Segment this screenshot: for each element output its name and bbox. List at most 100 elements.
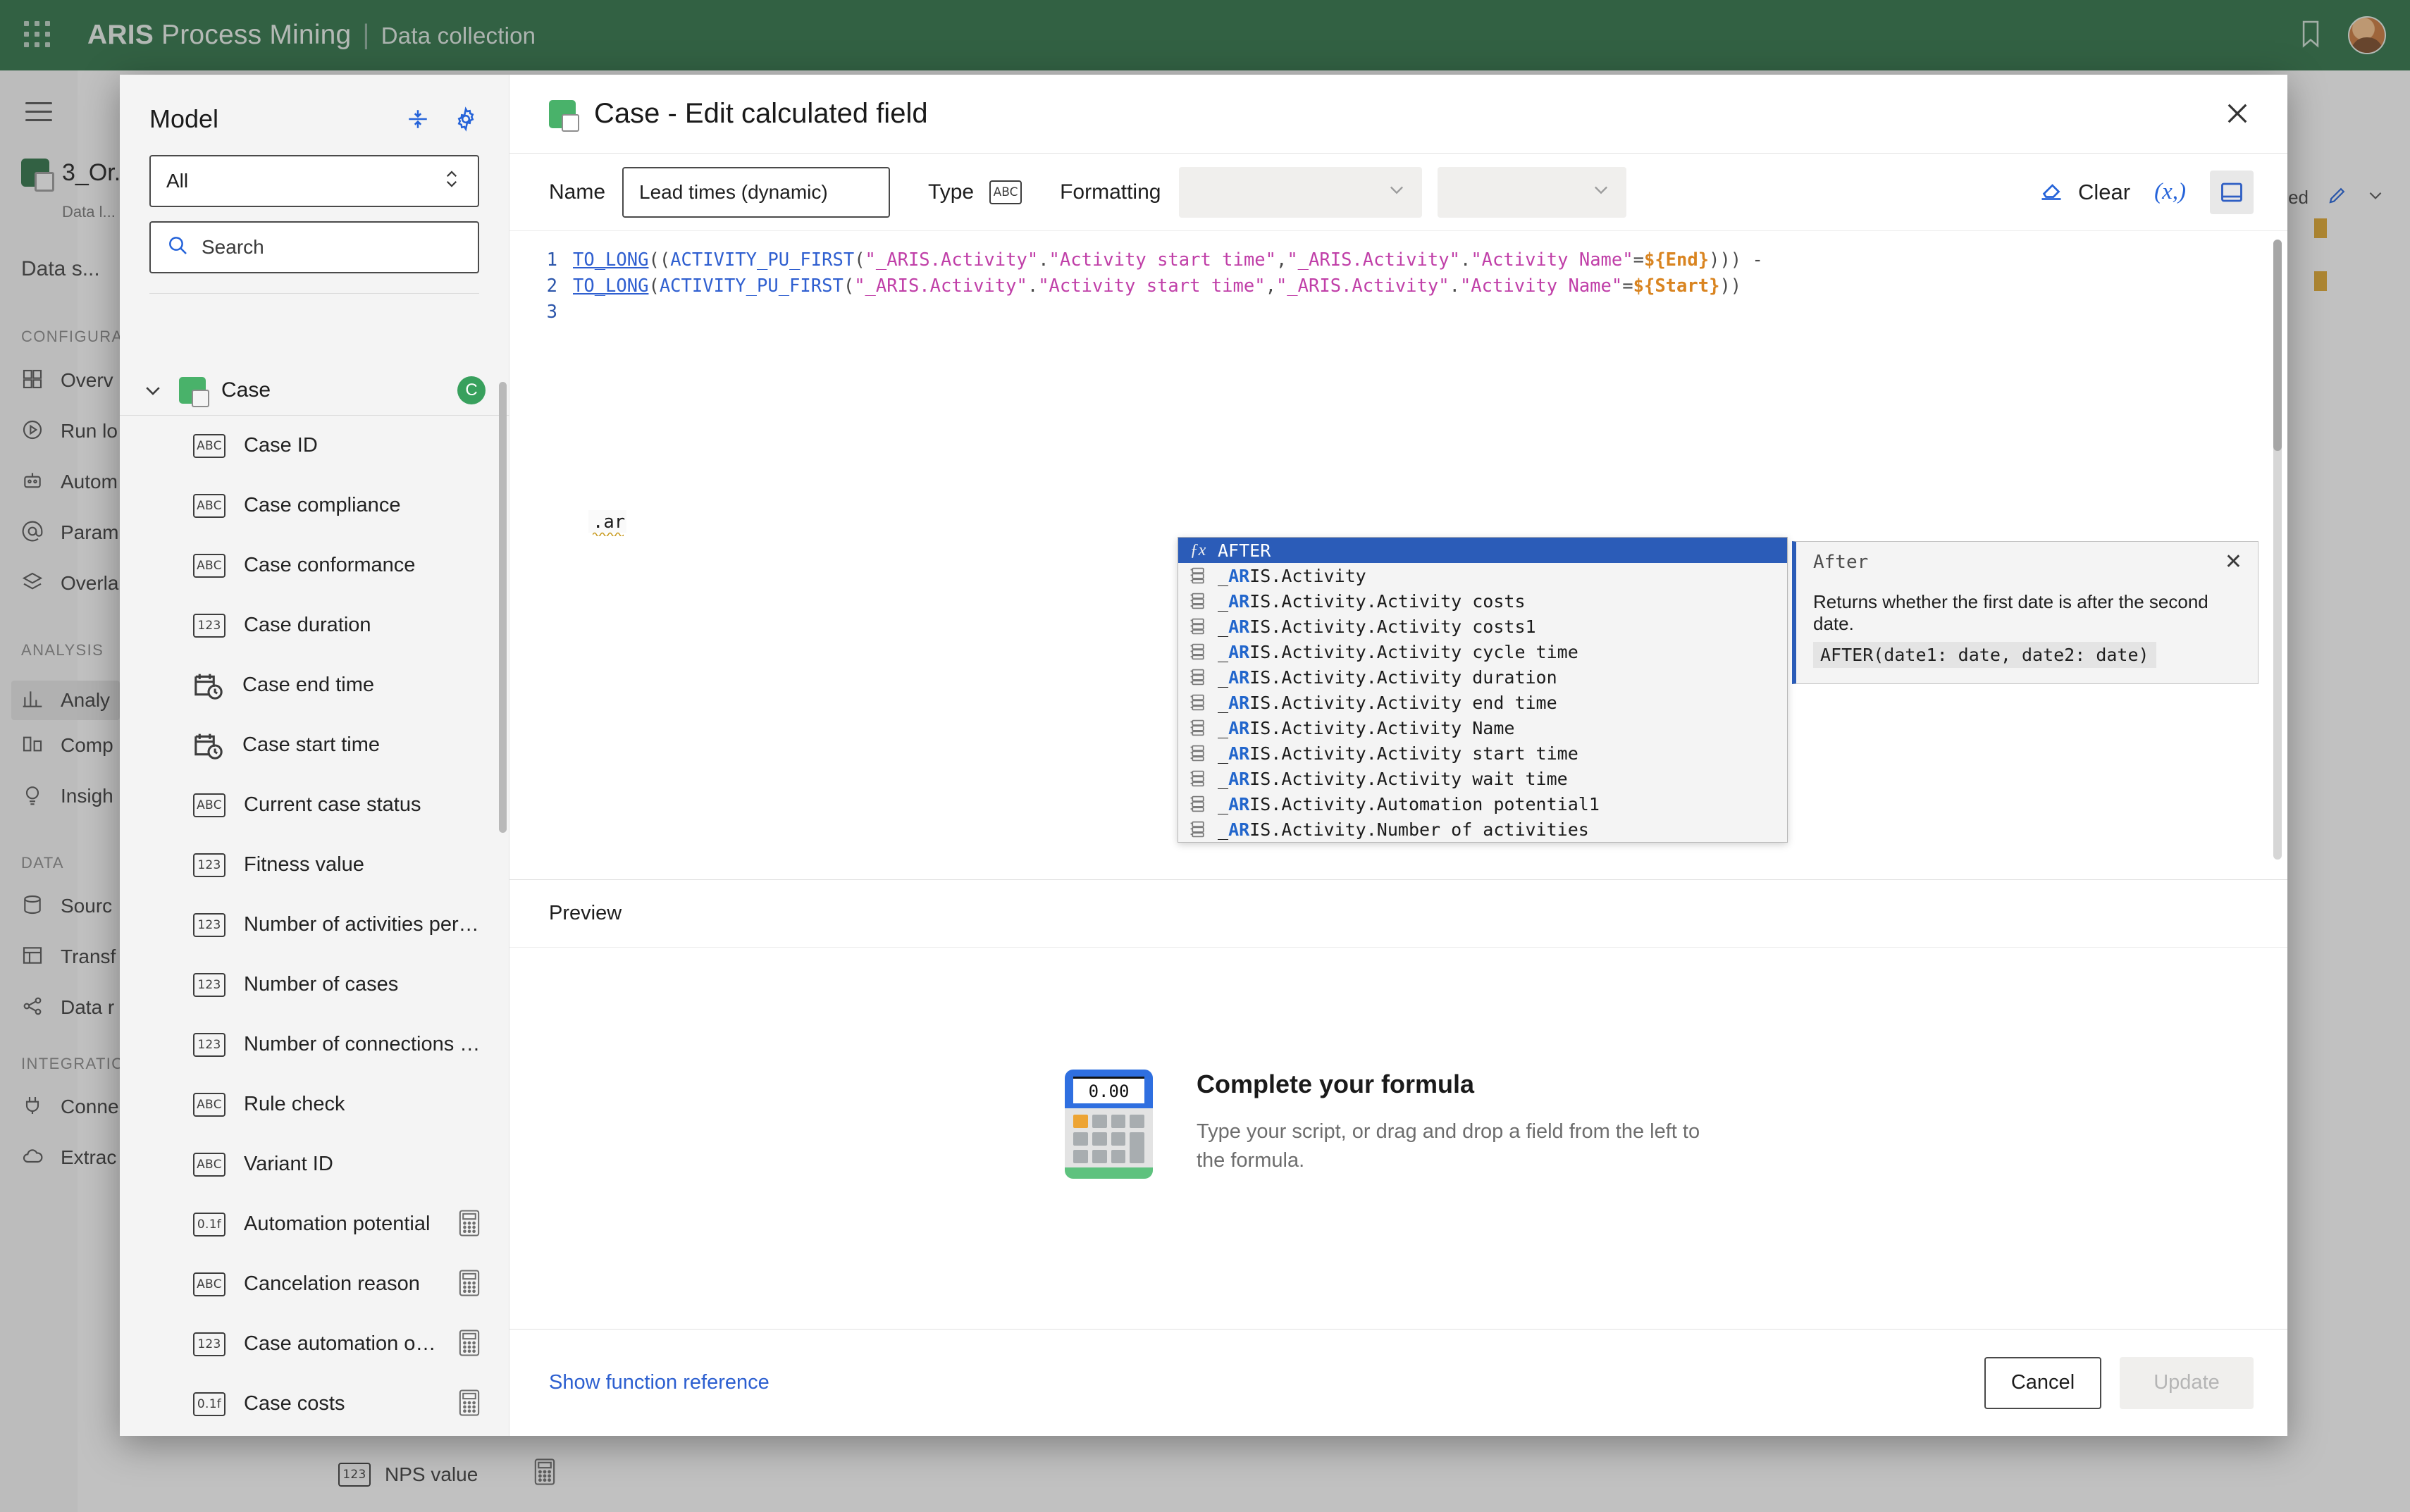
abc-field-icon: ABC: [193, 793, 225, 817]
tree-item[interactable]: 123 Case duration: [120, 595, 509, 655]
show-function-reference-link[interactable]: Show function reference: [549, 1371, 770, 1394]
line-number: 2: [509, 275, 573, 297]
close-icon[interactable]: [2223, 99, 2254, 130]
empty-state-heading: Complete your formula: [1197, 1070, 1732, 1099]
tree-item[interactable]: ABCCase ID: [120, 416, 509, 476]
tree-item[interactable]: Case end time: [120, 655, 509, 715]
tree-item-label: Case start time: [242, 733, 380, 757]
gear-icon[interactable]: [451, 104, 481, 134]
tree-item-label: Case duration: [244, 614, 371, 637]
123-field-icon: 123: [193, 913, 225, 937]
code-line: 2TO_LONG(ACTIVITY_PU_FIRST("_ARIS.Activi…: [509, 275, 2287, 302]
line-number: 1: [509, 249, 573, 271]
autocomplete-item[interactable]: _ARIS.Activity.Automation potential1: [1178, 791, 1787, 817]
tree-item-label: Case end time: [242, 674, 374, 697]
tree-item[interactable]: 123Number of cases: [120, 955, 509, 1015]
tree-item[interactable]: ABC Variant ID: [120, 1134, 509, 1194]
autocomplete-item[interactable]: _ARIS.Activity.Activity wait time: [1178, 766, 1787, 791]
dialog-title: Case - Edit calculated field: [594, 98, 928, 130]
autocomplete-item[interactable]: _ARIS.Activity.Activity cycle time: [1178, 639, 1787, 664]
autocomplete-item[interactable]: _ARIS.Activity.Activity end time: [1178, 690, 1787, 715]
preview-bar: Preview: [509, 879, 2287, 947]
tree-item-label: Variant ID: [244, 1153, 333, 1176]
123-field-icon: 123: [193, 853, 225, 877]
autocomplete-item[interactable]: _ARIS.Activity.Activity costs: [1178, 588, 1787, 614]
tree-item[interactable]: ABCCancelation reason: [120, 1254, 509, 1314]
collapse-vertical-icon[interactable]: [403, 104, 433, 134]
clear-button[interactable]: Clear: [2039, 177, 2130, 208]
calculator-icon: [459, 1389, 483, 1419]
tree-item[interactable]: 0.1fAutomation potential: [120, 1194, 509, 1254]
123-field-icon: 123: [193, 1332, 225, 1356]
dialog-toolbar: Name Type ABC Formatting: [509, 154, 2287, 231]
eraser-icon: [2039, 177, 2064, 208]
abc-field-icon: ABC: [193, 1153, 225, 1177]
tree-item[interactable]: 123Number of activities per case: [120, 895, 509, 955]
formula-editor[interactable]: 1TO_LONG((ACTIVITY_PU_FIRST("_ARIS.Activ…: [509, 231, 2287, 879]
autocomplete-item-label: _ARIS.Activity.Activity Name: [1218, 718, 1514, 738]
123-field-icon: 123: [193, 1033, 225, 1057]
chevron-down-icon: [1387, 180, 1407, 204]
model-panel: Model All: [120, 75, 509, 1436]
chevron-down-icon[interactable]: [142, 380, 163, 401]
clear-label: Clear: [2078, 180, 2130, 205]
autocomplete-item[interactable]: _ARIS.Activity: [1178, 563, 1787, 588]
table-green-icon: [179, 377, 206, 404]
abc-field-icon: ABC: [193, 1272, 225, 1296]
tree-item-label: Case conformance: [244, 554, 415, 577]
abc-field-icon: ABC: [989, 180, 1022, 204]
autocomplete-item[interactable]: ƒxAFTER: [1178, 538, 1787, 563]
doc-popup-title: After: [1813, 552, 1868, 573]
search-input[interactable]: Search: [149, 221, 479, 273]
code-lines: 1TO_LONG((ACTIVITY_PU_FIRST("_ARIS.Activ…: [509, 231, 2287, 328]
tree-scrollbar[interactable]: [499, 382, 507, 833]
tree-item[interactable]: 123 Fitness value: [120, 835, 509, 895]
line-code: TO_LONG((ACTIVITY_PU_FIRST("_ARIS.Activi…: [573, 249, 1763, 271]
tree-item[interactable]: 123Number of connections per c...: [120, 1015, 509, 1074]
autocomplete-item[interactable]: _ARIS.Activity.Activity duration: [1178, 664, 1787, 690]
tree-item[interactable]: 123Case automation opport...: [120, 1314, 509, 1374]
123-field-icon: 123: [193, 614, 225, 638]
calendar-clock-icon: [193, 671, 224, 700]
tree-item[interactable]: ABCCurrent case status: [120, 775, 509, 835]
tree-item-label: Fitness value: [244, 853, 364, 876]
autocomplete-item-label: _ARIS.Activity: [1218, 566, 1366, 586]
autocomplete-popup[interactable]: ƒxAFTER_ARIS.Activity_ARIS.Activity.Acti…: [1178, 537, 1788, 843]
table-field-icon: [1188, 744, 1208, 762]
tree-item-label: Number of cases: [244, 973, 398, 996]
cancel-button[interactable]: Cancel: [1984, 1357, 2101, 1409]
autocomplete-item[interactable]: _ARIS.Activity.Activity start time: [1178, 740, 1787, 766]
abc-field-icon: ABC: [193, 434, 225, 458]
decimal-field-icon: 0.1f: [193, 1392, 225, 1416]
function-icon[interactable]: (x,): [2154, 179, 2186, 205]
tree-group-case[interactable]: Case C: [120, 365, 509, 416]
editor-scrollbar[interactable]: [2273, 240, 2282, 860]
table-field-icon: [1188, 668, 1208, 686]
tree-item[interactable]: 0.1fCase costs: [120, 1374, 509, 1434]
name-input[interactable]: [622, 167, 890, 218]
autocomplete-item[interactable]: _ARIS.Activity.Number of activities: [1178, 817, 1787, 842]
search-placeholder: Search: [202, 236, 264, 259]
autocomplete-item[interactable]: _ARIS.Activity.Activity Name: [1178, 715, 1787, 740]
formatting-select-2[interactable]: [1438, 167, 1626, 218]
close-icon[interactable]: ✕: [2225, 552, 2242, 573]
error-squiggle-icon: [593, 531, 624, 536]
table-green-icon: [549, 100, 576, 128]
table-field-icon: [1188, 769, 1208, 788]
formatting-select-1[interactable]: [1179, 167, 1422, 218]
split-panel-icon[interactable]: [2210, 171, 2254, 214]
doc-popup-signature: AFTER(date1: date, date2: date): [1813, 642, 2156, 668]
empty-state-text: Type your script, or drag and drop a fie…: [1197, 1117, 1732, 1175]
tree-item-label: Automation potential: [244, 1213, 430, 1236]
tree-item[interactable]: ABC Case conformance: [120, 535, 509, 595]
table-field-icon: [1188, 693, 1208, 712]
abc-field-icon: ABC: [193, 554, 225, 578]
calculator-icon: 0.00: [1065, 1070, 1153, 1179]
model-filter-select[interactable]: All: [149, 155, 479, 207]
tree-item[interactable]: ABCCase compliance: [120, 476, 509, 535]
tree-item[interactable]: ABCCredit Limit: [120, 1434, 509, 1436]
model-filter-value: All: [166, 170, 441, 192]
autocomplete-item[interactable]: _ARIS.Activity.Activity costs1: [1178, 614, 1787, 639]
tree-item[interactable]: ABCRule check: [120, 1074, 509, 1134]
tree-item[interactable]: Case start time: [120, 715, 509, 775]
